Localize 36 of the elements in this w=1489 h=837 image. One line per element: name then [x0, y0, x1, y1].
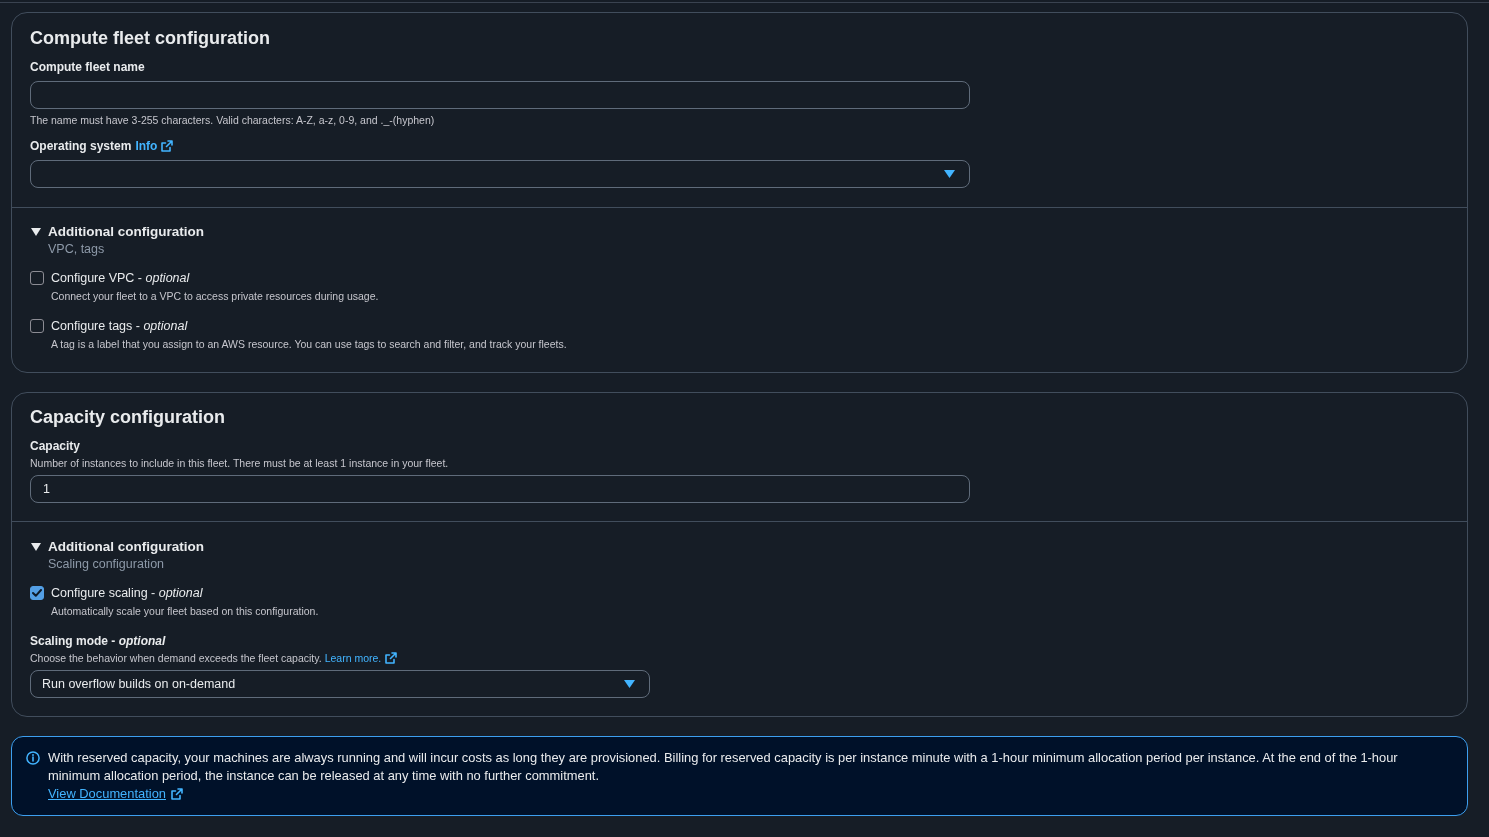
field-label: Operating system — [30, 138, 132, 154]
documentation-link[interactable]: View Documentation — [48, 785, 183, 803]
option-description: Connect your fleet to a VPC to access private resources during usage. — [51, 289, 379, 303]
text-input[interactable]: 1 — [30, 475, 970, 503]
field-label: Scaling mode - optional — [30, 633, 166, 649]
section-subtitle: Scaling configuration — [47, 556, 165, 572]
option-description: A tag is a label that you assign to an AWS resource. You can use tags to search and filter, and track your fleets. — [51, 337, 567, 351]
option-label: Configure scaling - optional — [51, 585, 203, 601]
field-description: Choose the behavior when demand exceeds the fleet capacity. Learn more. — [30, 651, 398, 665]
alert-message: With reserved capacity, your machines are always running and will incur costs as long they are provisioned. Billing for reserved capacity is per instance minute with a 1-hour minimum allocation period per instance. At the end of the 1-hour minimum allocation period, the instance can be released at any time with no further commitment. — [48, 749, 1399, 785]
option-description: Automatically scale your fleet based on this configuration. — [51, 604, 319, 618]
info-link[interactable]: Info — [135, 138, 174, 154]
caret-down-icon — [944, 170, 955, 178]
option-label: Configure VPC - optional — [51, 270, 190, 286]
section-toggle[interactable]: Additional configuration — [30, 223, 204, 241]
field-description: Number of instances to include in this fleet. There must be at least 1 instance in your fleet. — [30, 456, 449, 470]
text-input[interactable] — [30, 81, 970, 109]
external-link-icon — [161, 140, 174, 152]
dropdown-select[interactable]: Run overflow builds on on-demand — [30, 670, 650, 698]
checkbox[interactable] — [30, 319, 44, 333]
dropdown-select[interactable] — [30, 160, 970, 188]
section-subtitle: VPC, tags — [47, 241, 105, 257]
panel-title: Compute fleet configuration — [30, 27, 271, 50]
panel-title: Capacity configuration — [30, 406, 227, 429]
caret-down-icon — [624, 680, 635, 688]
field-label: Compute fleet name — [30, 59, 145, 75]
info-icon — [26, 751, 40, 765]
external-link-icon — [385, 652, 398, 664]
checkbox[interactable] — [30, 271, 44, 285]
section-toggle[interactable]: Additional configuration — [30, 538, 204, 556]
external-link-icon — [171, 788, 183, 800]
field-hint: The name must have 3-255 characters. Valid characters: A-Z, a-z, 0-9, and ._-(hyphen) — [30, 113, 435, 127]
field-label: Capacity — [30, 438, 81, 454]
option-label: Configure tags - optional — [51, 318, 188, 334]
learn-more-link[interactable]: Learn more. — [324, 651, 398, 665]
checkbox[interactable] — [30, 586, 44, 600]
